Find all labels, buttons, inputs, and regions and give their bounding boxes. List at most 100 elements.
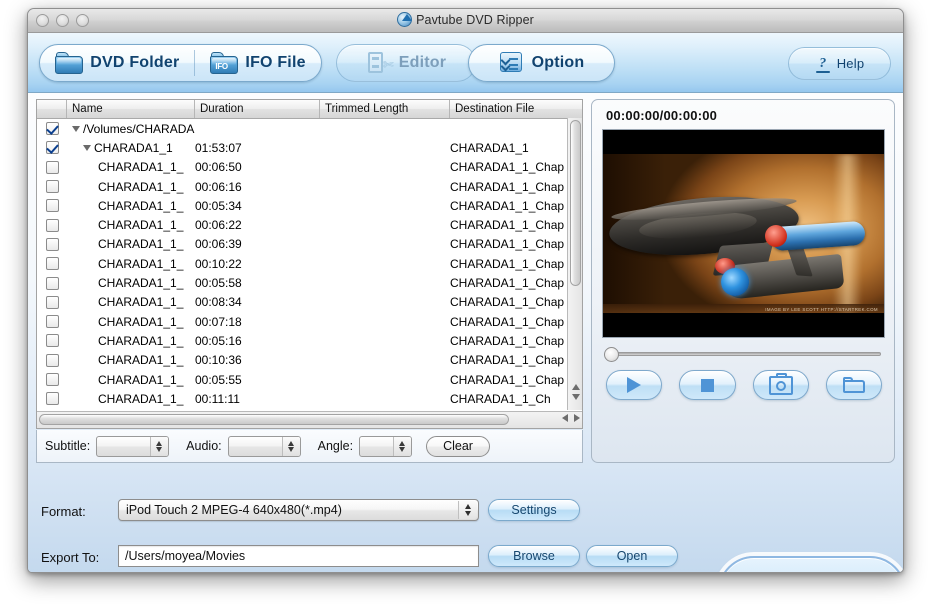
row-checkbox[interactable] [37, 353, 67, 367]
table-row[interactable]: CHARADA1_1_ 00:06:50 CHARADA1_1_Chap [37, 158, 582, 177]
table-row[interactable]: CHARADA1_1_ 00:05:58 CHARADA1_1_Chap [37, 273, 582, 292]
row-checkbox[interactable] [37, 373, 67, 386]
subtitle-select[interactable] [96, 435, 170, 457]
subtitle-stepper-icon[interactable] [150, 436, 169, 456]
table-row[interactable]: CHARADA1_1_ 00:10:36 CHARADA1_1_Chap [37, 351, 582, 370]
table-row[interactable]: CHARADA1_1_ 00:06:22 CHARADA1_1_Chap [37, 215, 582, 234]
audio-stepper-icon[interactable] [281, 436, 300, 456]
checkbox-unchecked-icon[interactable] [45, 160, 59, 174]
open-folder-button[interactable] [825, 370, 882, 400]
help-button[interactable]: ? Help [788, 47, 891, 80]
angle-stepper-icon[interactable] [393, 436, 412, 456]
checkbox-checked-icon[interactable] [45, 141, 59, 155]
row-checkbox[interactable] [37, 180, 67, 194]
settings-button[interactable]: Settings [488, 499, 580, 521]
row-checkbox[interactable] [37, 237, 67, 251]
table-row[interactable]: CHARADA1_1_ 00:05:55 CHARADA1_1_Chap [37, 370, 582, 389]
row-checkbox[interactable] [37, 334, 67, 348]
table-row[interactable]: CHARADA1_1_ 00:06:39 CHARADA1_1_Chap [37, 235, 582, 254]
column-header-trimmed-length[interactable]: Trimmed Length [320, 100, 450, 118]
disclosure-triangle-icon[interactable] [83, 144, 91, 151]
browse-button[interactable]: Browse [488, 545, 580, 567]
clear-button[interactable]: Clear [426, 435, 490, 457]
table-row[interactable]: CHARADA1_1_ 00:07:18 CHARADA1_1_Chap [37, 312, 582, 331]
table-row[interactable]: CHARADA1_1 01:53:07 CHARADA1_1 [37, 138, 582, 157]
checkbox-unchecked-icon[interactable] [45, 353, 59, 367]
title-list-rows[interactable]: /Volumes/CHARADA CHARADA1_1 01:53:07 CHARAD… [37, 119, 582, 411]
checkbox-unchecked-icon[interactable] [45, 315, 59, 329]
column-header-destination-file[interactable]: Destination File [450, 100, 582, 118]
video-preview-screen[interactable]: IMAGE BY LEE SCOTT HTTP://STARTREK.COM [602, 129, 885, 338]
editor-button[interactable]: ✄ Editor [336, 44, 476, 82]
snapshot-button[interactable] [752, 370, 809, 400]
checkbox-unchecked-icon[interactable] [45, 218, 59, 232]
column-header-duration[interactable]: Duration [195, 100, 320, 118]
cell-duration: 00:10:36 [195, 353, 242, 368]
dvd-folder-button[interactable]: DVD Folder [46, 52, 188, 74]
convert-button[interactable]: Convert [718, 556, 903, 572]
seek-knob[interactable] [604, 347, 619, 362]
format-stepper-icon[interactable] [458, 501, 477, 519]
checkbox-unchecked-icon[interactable] [45, 373, 59, 386]
checkbox-unchecked-icon[interactable] [45, 257, 59, 271]
cell-name-text: CHARADA1_1_ [98, 276, 184, 291]
row-checkbox[interactable] [37, 276, 67, 290]
open-button[interactable]: Open [586, 545, 678, 567]
disclosure-triangle-icon[interactable] [72, 125, 80, 132]
table-row[interactable]: CHARADA1_1_ 00:06:16 CHARADA1_1_Chap [37, 177, 582, 196]
audio-label: Audio: [186, 439, 222, 453]
list-vertical-scroll-buttons[interactable] [568, 380, 583, 410]
table-row[interactable]: CHARADA1_1_ 00:05:34 CHARADA1_1_Chap [37, 196, 582, 215]
format-select[interactable]: iPod Touch 2 MPEG-4 640x480(*.mp4) [118, 499, 479, 521]
scroll-right-icon[interactable] [574, 414, 580, 422]
row-checkbox[interactable] [37, 141, 67, 155]
checkbox-unchecked-icon[interactable] [45, 295, 59, 309]
play-button[interactable] [606, 370, 663, 400]
cell-name-text: CHARADA1_1_ [98, 314, 184, 329]
checkbox-checked-icon[interactable] [45, 122, 59, 136]
row-checkbox[interactable] [37, 218, 67, 232]
row-checkbox[interactable] [37, 122, 67, 136]
table-row[interactable]: CHARADA1_1_ 00:05:16 CHARADA1_1_Chap [37, 331, 582, 350]
checkbox-unchecked-icon[interactable] [45, 334, 59, 348]
list-horizontal-scroll-buttons[interactable] [562, 414, 580, 422]
list-horizontal-scrollbar[interactable] [37, 411, 582, 428]
list-vertical-scroll-thumb[interactable] [570, 120, 581, 286]
column-header-checkbox[interactable] [37, 100, 67, 118]
export-path-input[interactable]: /Users/moyea/Movies [118, 545, 479, 567]
row-checkbox[interactable] [37, 160, 67, 174]
table-row[interactable]: CHARADA1_1_ 00:08:34 CHARADA1_1_Chap [37, 293, 582, 312]
checkbox-unchecked-icon[interactable] [45, 237, 59, 251]
letterbox-bottom [603, 313, 884, 337]
row-checkbox[interactable] [37, 315, 67, 329]
option-button[interactable]: Option [468, 44, 615, 82]
export-to-label: Export To: [41, 550, 100, 565]
table-row[interactable]: /Volumes/CHARADA [37, 119, 582, 138]
ifo-file-button[interactable]: IFO IFO File [201, 52, 314, 74]
scroll-down-icon[interactable] [571, 394, 580, 400]
list-horizontal-scroll-thumb[interactable] [39, 414, 509, 425]
seek-slider[interactable] [604, 347, 882, 362]
scroll-up-icon[interactable] [571, 384, 580, 390]
folder-icon [55, 52, 84, 74]
row-checkbox[interactable] [37, 257, 67, 271]
column-header-name[interactable]: Name [67, 100, 195, 118]
seek-track[interactable] [611, 352, 881, 356]
row-checkbox[interactable] [37, 295, 67, 309]
table-row[interactable]: CHARADA1_1_ 00:10:22 CHARADA1_1_Chap [37, 254, 582, 273]
row-checkbox[interactable] [37, 199, 67, 213]
checkbox-unchecked-icon[interactable] [45, 276, 59, 290]
list-vertical-scrollbar[interactable] [567, 118, 582, 410]
stop-button[interactable] [679, 370, 736, 400]
table-row[interactable]: CHARADA1_1_ 00:11:11 CHARADA1_1_Ch [37, 389, 582, 408]
checkbox-unchecked-icon[interactable] [45, 180, 59, 194]
cell-name-text: CHARADA1_1 [94, 140, 173, 155]
scroll-left-icon[interactable] [562, 414, 568, 422]
ifo-folder-icon: IFO [210, 52, 239, 74]
cell-name: CHARADA1_1_ [67, 237, 195, 251]
angle-select[interactable] [359, 435, 413, 457]
row-checkbox[interactable] [37, 392, 67, 406]
checkbox-unchecked-icon[interactable] [45, 199, 59, 213]
audio-select[interactable] [227, 435, 301, 457]
checkbox-unchecked-icon[interactable] [45, 392, 59, 406]
